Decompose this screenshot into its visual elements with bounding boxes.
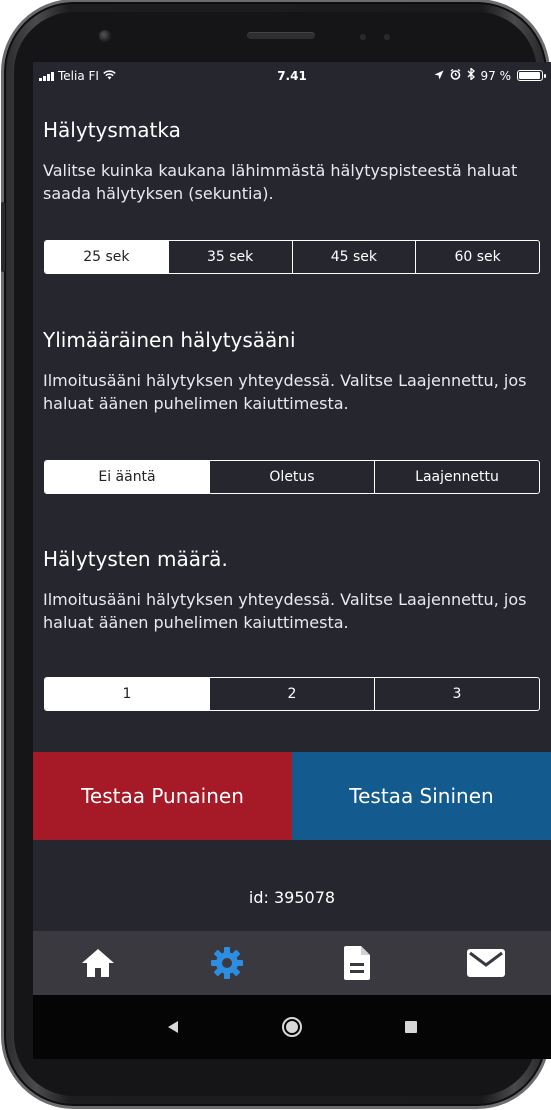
device-id-label: id: 395078 <box>248 888 336 907</box>
power-button <box>1 202 5 272</box>
mail-icon <box>467 949 506 977</box>
bluetooth-icon <box>467 67 475 83</box>
location-arrow-icon <box>434 69 444 83</box>
alarm-distance-option[interactable]: 25 sek <box>45 241 168 273</box>
document-icon <box>343 946 370 980</box>
alarm-count-selector: 123 <box>44 677 540 711</box>
bottom-tab-bar <box>33 931 551 995</box>
tab-documents[interactable] <box>327 941 387 985</box>
front-camera-icon <box>99 30 111 42</box>
extra-sound-section: Ylimääräinen hälytysääni Ilmoitusääni hä… <box>43 327 541 415</box>
status-right: 97 % <box>434 67 546 83</box>
sensor-dot <box>360 34 366 40</box>
alarm-distance-selector: 25 sek 35 sek 45 sek 60 sek <box>44 240 540 274</box>
alarm-count-description: Ilmoitusääni hälytyksen yhteydessä. Vali… <box>43 590 527 632</box>
tab-messages[interactable] <box>456 941 516 985</box>
alarm-count-option[interactable]: 1 <box>45 678 209 710</box>
home-icon <box>81 949 114 977</box>
extra-sound-selector: Ei ääntä Oletus Laajennettu <box>44 460 540 494</box>
sensor-dot <box>384 34 390 40</box>
alarm-count-section: Hälytysten määrä. Ilmoitusääni hälytykse… <box>43 546 541 634</box>
extra-sound-option[interactable]: Oletus <box>209 461 374 493</box>
extra-sound-option[interactable]: Laajennettu <box>374 461 539 493</box>
alarm-distance-option[interactable]: 60 sek <box>415 241 539 273</box>
extra-sound-description: Ilmoitusääni hälytyksen yhteydessä. Vali… <box>43 371 527 413</box>
status-bar: Telia FI 7.41 97 % <box>33 62 551 92</box>
earpiece-speaker <box>247 32 315 39</box>
alarm-distance-option[interactable]: 45 sek <box>291 241 416 273</box>
alarm-distance-description: Valitse kuinka kaukana lähimmästä hälyty… <box>43 161 518 203</box>
alarm-count-title: Hälytysten määrä. <box>43 547 228 571</box>
tab-home[interactable] <box>68 941 128 985</box>
battery-level <box>519 72 541 79</box>
nav-recents-button[interactable] <box>391 1007 431 1047</box>
alarm-distance-title: Hälytysmatka <box>43 118 181 142</box>
nav-home-button[interactable] <box>272 1007 312 1047</box>
phone-frame: Telia FI 7.41 97 % Hälytysmatka Valitse … <box>1 2 551 1106</box>
home-circle-icon <box>281 1017 302 1037</box>
tab-settings[interactable] <box>197 941 257 985</box>
recents-icon <box>405 1021 418 1033</box>
alarm-distance-option[interactable]: 35 sek <box>167 241 292 273</box>
app-screen: Telia FI 7.41 97 % Hälytysmatka Valitse … <box>33 62 551 1059</box>
alarm-distance-section: Hälytysmatka Valitse kuinka kaukana lähi… <box>43 117 541 205</box>
nav-back-button[interactable] <box>153 1007 193 1047</box>
alarm-count-option[interactable]: 3 <box>374 678 539 710</box>
battery-icon <box>517 70 546 81</box>
extra-sound-title: Ylimääräinen hälytysääni <box>43 328 296 352</box>
test-blue-button[interactable]: Testaa Sininen <box>292 752 551 840</box>
alarm-count-option[interactable]: 2 <box>209 678 374 710</box>
android-nav-bar <box>33 995 551 1059</box>
gear-icon <box>211 947 244 979</box>
battery-percent: 97 % <box>480 68 512 83</box>
test-red-button[interactable]: Testaa Punainen <box>33 752 292 840</box>
alarm-clock-icon <box>450 68 461 83</box>
extra-sound-option[interactable]: Ei ääntä <box>45 461 209 493</box>
back-icon <box>167 1021 178 1033</box>
test-buttons: Testaa Punainen Testaa Sininen <box>33 752 551 840</box>
